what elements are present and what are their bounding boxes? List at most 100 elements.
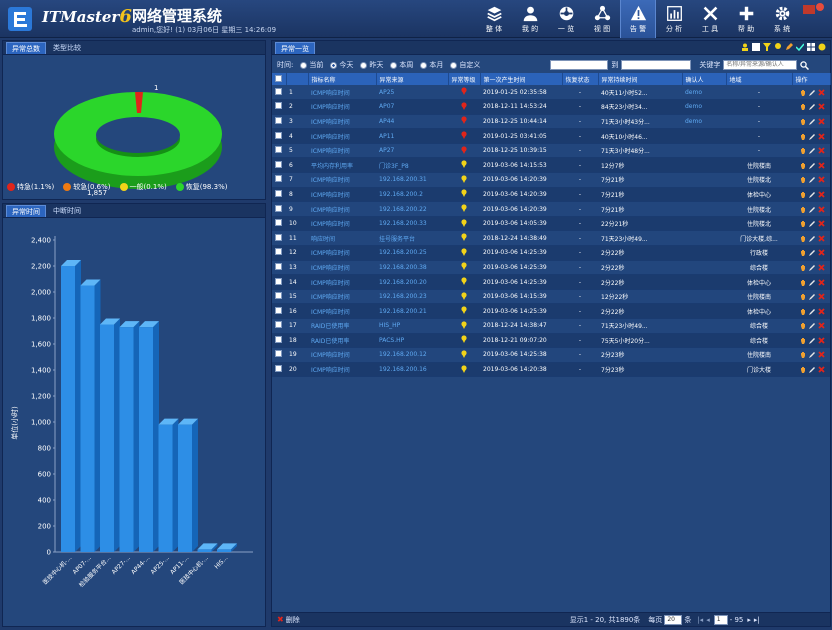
close-icon[interactable] xyxy=(818,176,825,183)
close-icon[interactable] xyxy=(818,249,825,256)
table-row[interactable]: 9 ICMP响应时间 192.168.200.22 2019-03-06 14:20:… xyxy=(272,201,830,217)
row-confirmer[interactable] xyxy=(682,157,726,174)
grid-icon[interactable] xyxy=(807,43,815,51)
bar-7[interactable] xyxy=(197,543,218,552)
filter-icon[interactable] xyxy=(763,43,771,51)
table-row[interactable]: 2 ICMP响应时间 AP07 2018-12-11 14:53:24-84天23小时… xyxy=(272,99,830,115)
table-row[interactable]: 11 响应时间 挂号服务平台 2018-12-24 14:38:49-71天23小时4… xyxy=(272,230,830,247)
table-row[interactable]: 15 ICMP响应时间 192.168.200.23 2019-03-06 14:15… xyxy=(272,289,830,305)
edit-icon[interactable] xyxy=(809,264,816,271)
table-row[interactable]: 5 ICMP响应时间 AP27 2018-12-25 10:39:15-71天3小时4… xyxy=(272,143,830,159)
radio-today[interactable]: 今天 xyxy=(330,60,353,70)
nav-tools[interactable]: 工 具 xyxy=(692,0,728,38)
hand-icon[interactable] xyxy=(800,308,807,315)
hand-icon[interactable] xyxy=(800,293,807,301)
edit-icon[interactable] xyxy=(809,249,816,257)
edit-icon[interactable] xyxy=(809,103,816,111)
bar-2[interactable] xyxy=(100,318,120,553)
row-checkbox[interactable] xyxy=(272,216,286,232)
nav-overview[interactable]: 整 体 xyxy=(476,0,512,38)
hand-icon[interactable] xyxy=(800,133,807,140)
radio-yesterday[interactable]: 昨天 xyxy=(360,60,383,70)
close-icon[interactable] xyxy=(818,264,825,271)
row-confirmer[interactable]: demo xyxy=(682,85,726,101)
close-icon[interactable] xyxy=(818,235,825,242)
table-row[interactable]: 16 ICMP响应时间 192.168.200.21 2019-03-06 14:25… xyxy=(272,303,830,319)
radio-custom[interactable]: 自定义 xyxy=(450,60,480,70)
edit-icon[interactable] xyxy=(785,43,793,51)
close-icon[interactable] xyxy=(818,366,825,373)
edit-icon[interactable] xyxy=(809,322,816,330)
next-page-icon[interactable]: ▸ xyxy=(747,616,751,624)
tab-alarm-list[interactable]: 异常一览 xyxy=(275,42,315,54)
tab-alarm-total[interactable]: 异常总数 xyxy=(6,42,46,54)
close-icon[interactable] xyxy=(818,293,825,300)
hand-icon[interactable] xyxy=(800,162,807,169)
close-icon[interactable] xyxy=(818,191,825,198)
row-metric[interactable]: ICMP响应时间 xyxy=(308,289,376,305)
row-checkbox[interactable] xyxy=(272,143,286,159)
delete-icon[interactable]: ✖ xyxy=(277,615,284,624)
hand-icon[interactable] xyxy=(800,249,807,257)
row-confirmer[interactable] xyxy=(682,303,726,319)
col-recover[interactable]: 恢复状态 xyxy=(562,73,599,85)
row-source[interactable]: AP11 xyxy=(376,128,448,144)
table-row[interactable]: 20 ICMP响应时间 192.168.200.16 2019-03-06 14:20… xyxy=(272,362,830,378)
hand-icon[interactable] xyxy=(800,279,807,286)
row-confirmer[interactable] xyxy=(682,333,726,349)
row-checkbox[interactable] xyxy=(272,347,286,363)
row-metric[interactable]: ICMP响应时间 xyxy=(308,85,376,101)
row-confirmer[interactable] xyxy=(682,201,726,217)
row-confirmer[interactable] xyxy=(682,187,726,203)
page-input[interactable]: 1 xyxy=(713,614,728,625)
row-metric[interactable]: RAID已使用率 xyxy=(308,333,376,349)
row-confirmer[interactable] xyxy=(682,347,726,363)
pin-icon[interactable] xyxy=(774,43,782,51)
close-icon[interactable] xyxy=(818,322,825,329)
date-to-input[interactable] xyxy=(621,60,692,70)
edit-icon[interactable] xyxy=(809,89,816,96)
row-checkbox[interactable] xyxy=(272,289,286,305)
bar-4[interactable] xyxy=(139,321,159,552)
bar-3[interactable] xyxy=(119,321,140,552)
row-metric[interactable]: ICMP响应时间 xyxy=(308,201,376,217)
row-checkbox[interactable] xyxy=(272,99,286,115)
table-row[interactable]: 8 ICMP响应时间 192.168.200.2 2019-03-06 14:20:3… xyxy=(272,187,830,203)
export-icon[interactable] xyxy=(752,43,760,51)
hand-icon[interactable] xyxy=(800,103,807,111)
row-confirmer[interactable] xyxy=(682,143,726,159)
row-metric[interactable]: 平均内存利用率 xyxy=(308,157,376,174)
hand-icon[interactable] xyxy=(800,235,807,242)
row-source[interactable]: 192.168.200.12 xyxy=(376,347,448,363)
row-confirmer[interactable] xyxy=(682,260,726,276)
nav-help[interactable]: 帮 助 xyxy=(728,0,764,38)
edit-icon[interactable] xyxy=(809,206,816,213)
row-source[interactable]: 挂号服务平台 xyxy=(376,230,448,247)
row-metric[interactable]: ICMP响应时间 xyxy=(308,303,376,319)
row-checkbox[interactable] xyxy=(272,201,286,217)
row-confirmer[interactable] xyxy=(682,245,726,261)
edit-icon[interactable] xyxy=(809,337,816,344)
hand-icon[interactable] xyxy=(800,220,807,228)
legend-normal[interactable]: 一般(0.1%) xyxy=(119,182,167,192)
close-icon[interactable] xyxy=(818,205,825,213)
row-metric[interactable]: ICMP响应时间 xyxy=(308,99,376,115)
hand-icon[interactable] xyxy=(800,337,807,344)
edit-icon[interactable] xyxy=(809,235,816,242)
row-metric[interactable]: ICMP响应时间 xyxy=(308,347,376,363)
check-icon[interactable] xyxy=(796,43,804,51)
hand-icon[interactable] xyxy=(800,206,807,213)
row-checkbox[interactable] xyxy=(272,362,286,378)
bar-5[interactable] xyxy=(158,418,179,552)
row-checkbox[interactable] xyxy=(272,303,286,319)
legend-important[interactable]: 较急(0.6%) xyxy=(63,182,111,192)
row-confirmer[interactable]: demo xyxy=(682,114,726,130)
row-metric[interactable]: ICMP响应时间 xyxy=(308,143,376,159)
row-metric[interactable]: ICMP响应时间 xyxy=(308,172,376,188)
row-source[interactable]: 192.168.200.31 xyxy=(376,172,448,188)
person-icon[interactable] xyxy=(741,43,749,51)
edit-icon[interactable] xyxy=(809,366,816,374)
row-source[interactable]: 192.168.200.38 xyxy=(376,260,448,276)
row-source[interactable]: AP07 xyxy=(376,99,448,115)
last-page-icon[interactable]: ▸| xyxy=(754,616,760,624)
